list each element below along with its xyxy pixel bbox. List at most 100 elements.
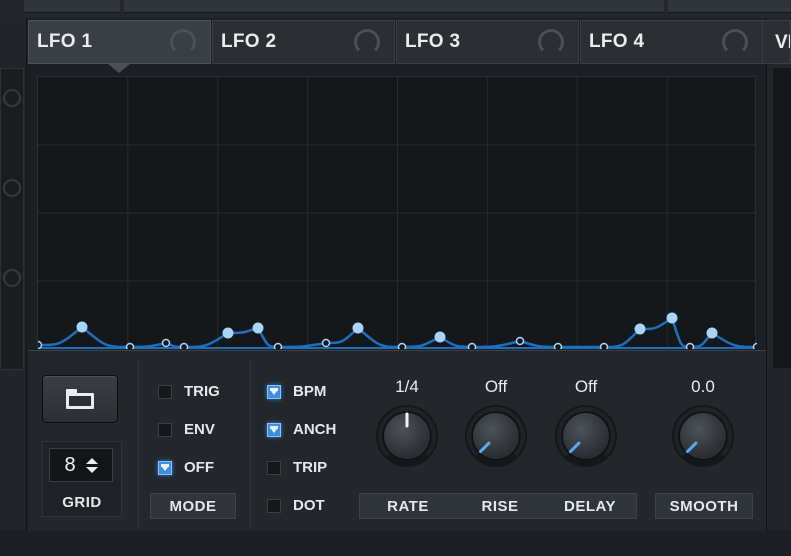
smooth-knob[interactable] [672, 405, 734, 467]
timing-dot[interactable]: DOT [267, 497, 325, 514]
delay-knob[interactable] [555, 405, 617, 467]
mode-trig-label: TRIG [184, 383, 220, 400]
tab-lfo-1[interactable]: LFO 1 [28, 20, 211, 64]
smooth-value: 0.0 [691, 377, 715, 396]
grid-label: GRID [62, 493, 102, 511]
folder-icon [66, 389, 94, 409]
grid-size-stepper[interactable]: 8 [49, 448, 113, 482]
lfo-controls-panel: 8 GRID TRIG ENV OFF MODE BPM ANCH TRIP D… [28, 350, 766, 531]
timing-trip-label: TRIP [293, 459, 328, 476]
top-segment [24, 0, 120, 13]
lfo-ring-icon [722, 29, 748, 55]
lfo-point[interactable] [599, 342, 609, 350]
spin-arrows-icon[interactable] [85, 457, 98, 473]
mode-off[interactable]: OFF [158, 459, 214, 476]
lfo-point[interactable] [222, 327, 234, 339]
checkbox-icon[interactable] [267, 498, 281, 513]
lfo-point[interactable] [321, 338, 331, 348]
lfo-shape-editor[interactable] [37, 76, 757, 349]
timing-anch[interactable]: ANCH [267, 421, 336, 438]
checkbox-icon[interactable] [267, 460, 281, 475]
lfo-point[interactable] [179, 342, 189, 350]
knob-label-bar: RATE RISE DELAY [359, 493, 637, 519]
checkbox-checked-icon[interactable] [267, 384, 281, 399]
lfo-point[interactable] [706, 327, 718, 339]
tab-label: LFO 4 [589, 31, 645, 52]
lfo-point[interactable] [685, 342, 695, 350]
checkbox-icon[interactable] [158, 384, 172, 399]
lfo-point[interactable] [553, 342, 563, 350]
lfo-ring-icon [170, 29, 196, 55]
lfo-point[interactable] [752, 342, 758, 350]
tab-label: LFO 3 [405, 31, 461, 52]
timing-anch-label: ANCH [293, 421, 337, 438]
timing-trip[interactable]: TRIP [267, 459, 327, 476]
smooth-label: SMOOTH [655, 493, 753, 519]
checkbox-icon[interactable] [158, 422, 172, 437]
delay-value: Off [574, 377, 598, 396]
top-segment [668, 0, 791, 13]
timing-dot-label: DOT [293, 497, 325, 514]
rate-value: 1/4 [395, 377, 419, 396]
divider [138, 359, 139, 529]
mode-trig[interactable]: TRIG [158, 383, 220, 400]
mode-env[interactable]: ENV [158, 421, 215, 438]
rate-knob[interactable] [376, 405, 438, 467]
lfo-point[interactable] [38, 340, 43, 349]
lfo-point[interactable] [467, 342, 477, 350]
delay-knob-group: Off [546, 377, 626, 467]
checkbox-checked-icon[interactable] [267, 422, 281, 437]
tab-lfo-4[interactable]: LFO 4 [580, 20, 763, 64]
active-tab-pointer [108, 64, 130, 73]
timing-bpm[interactable]: BPM [267, 383, 326, 400]
lfo-point[interactable] [397, 342, 407, 350]
lfo-point[interactable] [125, 342, 135, 350]
delay-label: DELAY [564, 497, 616, 515]
timing-bpm-label: BPM [293, 383, 327, 400]
right-side-panel [766, 18, 791, 530]
mode-env-label: ENV [184, 421, 215, 438]
tab-lfo-3[interactable]: LFO 3 [396, 20, 579, 64]
knob-pointer [405, 412, 409, 428]
rise-value: Off [484, 377, 508, 396]
lfo-point[interactable] [634, 323, 646, 335]
rate-knob-group: 1/4 [367, 377, 447, 467]
lfo-tab-bar: LFO 1 LFO 2 LFO 3 LFO 4 [28, 20, 766, 64]
lfo-point[interactable] [273, 342, 283, 350]
divider [250, 359, 251, 529]
lfo-ring-icon [354, 29, 380, 55]
grid-value: 8 [64, 453, 76, 476]
grid-group: 8 GRID [42, 441, 122, 517]
tab-lfo-2[interactable]: LFO 2 [212, 20, 395, 64]
lock-icon [3, 89, 21, 107]
tab-next-partial[interactable]: VI [762, 20, 791, 64]
load-shape-button[interactable] [42, 375, 118, 423]
right-panel-inner [773, 68, 791, 368]
knob-pointer [685, 441, 698, 454]
lfo-point[interactable] [76, 321, 88, 333]
mode-label: MODE [150, 493, 236, 519]
knob-pointer [478, 441, 491, 454]
lfo-point[interactable] [515, 336, 525, 346]
checkbox-checked-icon[interactable] [158, 460, 172, 475]
rise-knob[interactable] [465, 405, 527, 467]
knob-icon [3, 269, 21, 287]
lfo-ring-icon [538, 29, 564, 55]
left-panel-inner [0, 68, 24, 370]
knob-icon [3, 179, 21, 197]
lfo-graph-svg[interactable] [38, 77, 757, 349]
lfo-point[interactable] [252, 322, 264, 334]
knob-pointer [568, 441, 581, 454]
tab-label: LFO 2 [221, 31, 277, 52]
tab-label: LFO 1 [37, 31, 93, 52]
rate-label: RATE [387, 497, 429, 515]
smooth-knob-group: 0.0 [663, 377, 743, 467]
rise-label: RISE [481, 497, 519, 515]
lfo-point[interactable] [352, 322, 364, 334]
top-segment [124, 0, 664, 13]
lfo-point[interactable] [434, 331, 446, 343]
rise-knob-group: Off [456, 377, 536, 467]
lfo-point[interactable] [161, 338, 171, 348]
mode-off-label: OFF [184, 459, 214, 476]
lfo-point[interactable] [666, 312, 678, 324]
